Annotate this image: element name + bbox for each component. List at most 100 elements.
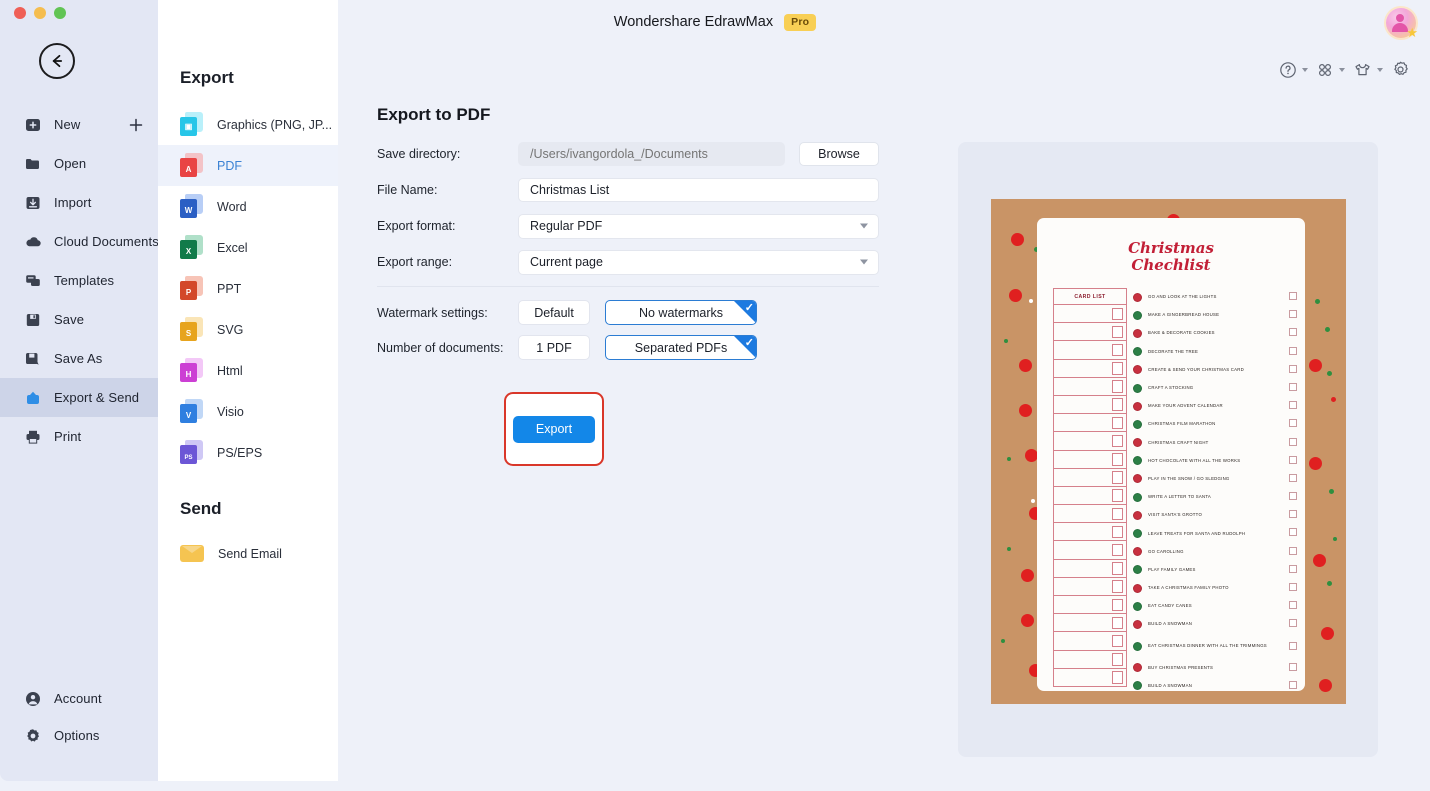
checklist-item-text: GO CAROLLING: [1148, 548, 1184, 554]
format-item-html[interactable]: H Html: [158, 350, 338, 391]
checklist-bullet-icon: [1133, 347, 1142, 357]
sidebar-item-import[interactable]: Import: [0, 183, 158, 222]
export-format-label: Export format:: [377, 219, 456, 233]
decorative-dot: [1031, 499, 1035, 503]
format-item-ppt[interactable]: P PPT: [158, 268, 338, 309]
decorative-dot: [1325, 327, 1330, 332]
back-arrow-icon: [52, 54, 63, 68]
minimize-window-button[interactable]: [34, 7, 46, 19]
card-list-checkbox: [1112, 507, 1123, 521]
decorative-dot: [1327, 371, 1332, 376]
add-new-button[interactable]: [128, 117, 144, 133]
checklist-item: EAT CANDY CANES: [1133, 597, 1297, 615]
card-list-checkbox: [1112, 362, 1123, 375]
format-label: Excel: [217, 240, 248, 255]
export-range-select[interactable]: Current page: [518, 249, 879, 275]
sidebar-item-templates[interactable]: Templates: [0, 261, 158, 300]
sidebar-item-save[interactable]: Save: [0, 300, 158, 339]
card-list-row: [1053, 414, 1127, 433]
checklist-item: CHRISTMAS CRAFT NIGHT: [1133, 434, 1297, 452]
checklist-item-checkbox: [1289, 364, 1297, 373]
checklist-bullet-icon: [1133, 565, 1142, 575]
checklist-title-line1: Christmas: [1128, 239, 1214, 257]
browse-button[interactable]: Browse: [799, 142, 879, 166]
format-label: Visio: [217, 404, 244, 419]
format-item-graphics[interactable]: ▣ Graphics (PNG, JP...: [158, 104, 338, 145]
file-name-input[interactable]: [518, 178, 879, 202]
sidebar-item-account[interactable]: Account: [0, 680, 158, 717]
export-format-select[interactable]: Regular PDF: [518, 213, 879, 239]
theme-button[interactable]: [1351, 58, 1385, 82]
export-format-panel: Export ▣ Graphics (PNG, JP... A PDF W Wo…: [158, 0, 338, 781]
help-button[interactable]: [1277, 58, 1310, 82]
sidebar-nav-list: New Open Import Cloud Documents Template…: [0, 105, 159, 456]
checklist-item-checkbox: [1289, 641, 1297, 650]
checklist-item-text: CREATE & SEND YOUR CHRISTMAS CARD: [1148, 366, 1244, 372]
back-button[interactable]: [39, 43, 75, 79]
sidebar-label: Export & Send: [54, 390, 140, 405]
help-icon: [1280, 61, 1296, 78]
card-list-checkbox: [1112, 634, 1123, 648]
checklist-item-text: BUILD A SNOWMAN: [1148, 682, 1193, 688]
settings-button[interactable]: [1389, 57, 1412, 82]
checklist-item-checkbox: [1289, 401, 1297, 410]
separated-pdfs-button[interactable]: Separated PDFs ✓: [605, 335, 757, 360]
format-item-ps-eps[interactable]: PS PS/EPS: [158, 432, 338, 473]
apps-grid-icon: [1318, 63, 1332, 76]
checklist-bullet-icon: [1133, 619, 1142, 629]
checklist-bullet-icon: [1133, 438, 1142, 448]
checklist-bullet-icon: [1133, 601, 1142, 611]
checklist-item-checkbox: [1289, 437, 1297, 446]
single-pdf-button[interactable]: 1 PDF: [518, 335, 590, 360]
checklist-title-line2: Chechlist: [1131, 256, 1211, 274]
file-name-label: File Name:: [377, 183, 438, 197]
apps-grid-button[interactable]: [1314, 58, 1347, 82]
format-item-excel[interactable]: X Excel: [158, 227, 338, 268]
format-item-visio[interactable]: V Visio: [158, 391, 338, 432]
format-item-pdf[interactable]: A PDF: [158, 145, 338, 186]
sidebar-item-cloud-documents[interactable]: Cloud Documents: [0, 222, 159, 261]
card-list-checkbox: [1112, 598, 1123, 611]
checklist-item-checkbox: [1289, 292, 1297, 300]
watermark-row: Watermark settings: Default No watermark…: [377, 300, 879, 325]
checklist-item: PLAY FAMILY GAMES: [1133, 561, 1297, 579]
graphics-file-icon: ▣: [180, 112, 203, 137]
decorative-dot: [1021, 614, 1034, 627]
sidebar-label: Open: [54, 156, 87, 171]
save-directory-input[interactable]: [518, 142, 785, 166]
checklist-item: WRITE A LETTER TO SANTA: [1133, 488, 1297, 506]
maximize-window-button[interactable]: [54, 7, 66, 19]
sidebar-item-options[interactable]: Options: [0, 717, 158, 754]
checklist-title: Christmas Chechlist: [1037, 240, 1305, 274]
card-list-checkbox: [1112, 307, 1123, 320]
sidebar-item-export-send[interactable]: Export & Send: [0, 378, 158, 417]
checklist-bullet-icon: [1133, 292, 1142, 302]
window-traffic-lights: [14, 7, 66, 19]
card-list-checkbox: [1112, 471, 1123, 484]
export-range-label: Export range:: [377, 255, 453, 269]
sidebar-label: Templates: [54, 273, 115, 288]
sidebar-item-save-as[interactable]: Save As: [0, 339, 158, 378]
avatar[interactable]: ★: [1386, 8, 1418, 39]
sidebar-item-new[interactable]: New: [0, 105, 158, 144]
sidebar-label: Save As: [54, 351, 103, 366]
card-list-checkbox: [1112, 489, 1123, 502]
save-icon: [24, 311, 42, 329]
watermark-none-button[interactable]: No watermarks ✓: [605, 300, 757, 325]
format-item-word[interactable]: W Word: [158, 186, 338, 227]
checklist-item-checkbox: [1289, 473, 1297, 482]
format-item-svg[interactable]: S SVG: [158, 309, 338, 350]
checklist-item-checkbox: [1289, 510, 1297, 519]
format-label: PPT: [217, 281, 242, 296]
sidebar-item-print[interactable]: Print: [0, 417, 158, 456]
format-label: PDF: [217, 158, 242, 173]
send-item-email[interactable]: Send Email: [158, 533, 338, 574]
decorative-dot: [1001, 639, 1005, 643]
watermark-default-button[interactable]: Default: [518, 300, 590, 325]
close-window-button[interactable]: [14, 7, 26, 19]
checklist-item-text: PLAY IN THE SNOW / GO SLEDGING: [1148, 475, 1230, 481]
card-list-row: [1053, 395, 1127, 415]
sidebar-item-open[interactable]: Open: [0, 144, 158, 183]
export-button[interactable]: Export: [513, 415, 595, 443]
checklist-item: DECORATE THE TREE: [1133, 343, 1297, 361]
